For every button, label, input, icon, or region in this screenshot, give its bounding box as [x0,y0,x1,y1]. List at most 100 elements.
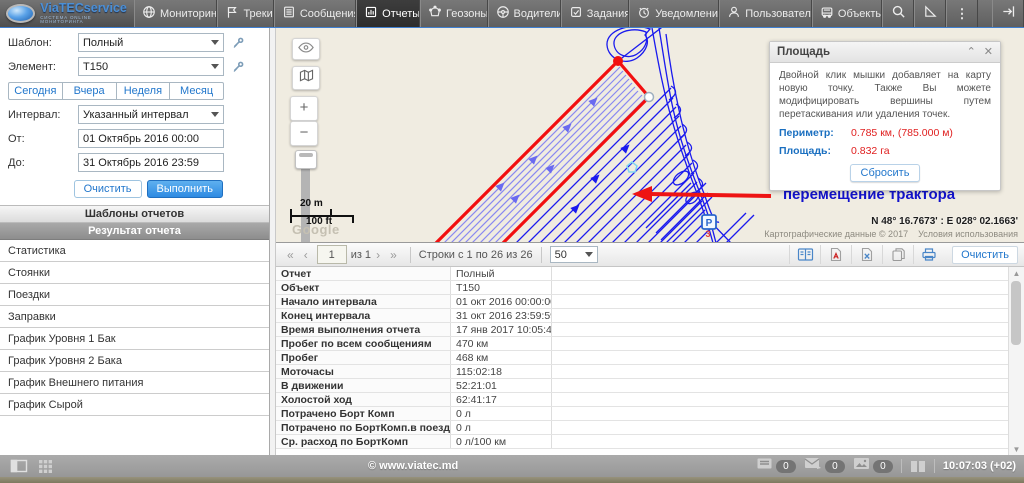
template-select[interactable]: Полный [78,33,224,52]
ruler-triangle-icon [923,4,938,24]
page-size-select[interactable]: 50 [550,246,598,263]
export-excel-button[interactable] [851,245,882,264]
user-icon [727,5,741,22]
range-month-button[interactable]: Месяц [169,82,224,100]
grid-view-button[interactable] [38,459,53,473]
measure-button[interactable] [914,0,946,27]
result-section-header[interactable]: Результат отчета [0,223,269,240]
execute-button[interactable]: Выполнить [147,180,223,198]
result-item-parkings[interactable]: Стоянки [0,262,269,284]
last-page-button[interactable]: » [385,248,402,262]
result-item-fuelings[interactable]: Заправки [0,306,269,328]
copyright-link[interactable]: © www.viatec.md [368,460,458,472]
nav-tracks[interactable]: Треки [217,0,273,27]
table-row[interactable]: Время выполнения отчета17 янв 2017 10:05… [276,323,1024,337]
to-date-input[interactable] [78,153,224,172]
scrollbar-thumb[interactable] [1011,281,1021,345]
interval-label: Интервал: [8,109,78,121]
collapse-icon[interactable]: ⌃ [967,47,976,58]
element-settings-icon[interactable] [231,60,245,74]
map-view[interactable]: P 3 перемещение трактора [276,28,1024,243]
clear-report-button[interactable]: Очистить [952,246,1018,264]
nav-monitoring[interactable]: Мониторинг [134,0,217,27]
table-row[interactable]: Холостой ход62:41:17 [276,393,1024,407]
result-item-trips[interactable]: Поездки [0,284,269,306]
first-page-button[interactable]: « [282,248,299,262]
from-label: От: [8,133,78,145]
vehicle-icon [820,5,834,22]
table-row[interactable]: Потрачено по БортКомп.в поездках0 л [276,421,1024,435]
from-date-input[interactable] [78,129,224,148]
media-counter[interactable]: 0 [853,457,893,475]
nav-users[interactable]: Пользователи [719,0,812,27]
map-layers-button[interactable] [292,66,320,90]
result-item-statistics[interactable]: Статистика [0,240,269,262]
table-row[interactable]: Моточасы115:02:18 [276,365,1024,379]
area-label: Площадь: [779,145,851,157]
templates-section-header[interactable]: Шаблоны отчетов [0,205,269,223]
to-label: До: [8,157,78,169]
scroll-up-arrow[interactable]: ▲ [1009,267,1024,279]
search-button[interactable] [882,0,914,27]
nav-drivers[interactable]: Водители [488,0,561,27]
element-value: Т150 [83,61,108,73]
table-row[interactable]: ОтчетПолный [276,267,1024,281]
terms-link[interactable]: Условия использования [918,229,1018,239]
clear-button[interactable]: Очистить [74,180,142,198]
table-row[interactable]: Ср. расход по БортКомп0 л/100 км [276,435,1024,449]
visibility-button[interactable] [292,38,320,60]
result-item-power-chart[interactable]: График Внешнего питания [0,372,269,394]
interval-select[interactable]: Указанный интервал [78,105,224,124]
nav-jobs[interactable]: Задания [561,0,629,27]
range-yesterday-button[interactable]: Вчера [62,82,117,100]
element-select[interactable]: Т150 [78,57,224,76]
nav-label: Геозоны [446,8,488,20]
table-row[interactable]: Пробег по всем сообщениям470 км [276,337,1024,351]
zoom-in-button[interactable]: + [290,96,318,121]
table-row[interactable]: В движении52:21:01 [276,379,1024,393]
prev-page-button[interactable]: ‹ [299,248,313,262]
logo: ViaTECservice СИСТЕМА ONLINE МОНИТОРИНГА [0,0,134,27]
zoom-out-button[interactable]: − [290,121,318,146]
print-button[interactable] [913,245,944,264]
log-count-badge: 0 [776,460,796,473]
popup-header[interactable]: Площадь ⌃ ✕ [770,42,1000,63]
table-row[interactable]: ОбъектТ150 [276,281,1024,295]
copy-report-button[interactable] [882,245,913,264]
nav-notifications[interactable]: Уведомления [629,0,719,27]
report-result-panel: « ‹ из 1 › » Строки с 1 по 26 из 26 50 [276,243,1024,455]
messages-counter[interactable]: 0 [804,457,845,475]
toggle-panel-button[interactable] [10,459,28,473]
page-number-input[interactable] [317,245,347,264]
nav-reports[interactable]: Отчеты [356,0,420,27]
table-scrollbar[interactable]: ▲ ▼ [1008,267,1024,455]
range-week-button[interactable]: Неделя [116,82,171,100]
reset-button[interactable]: Сбросить [850,164,921,182]
scroll-down-arrow[interactable]: ▼ [1009,443,1024,455]
table-row[interactable]: Потрачено Борт Комп0 л [276,407,1024,421]
log-counter[interactable]: 0 [756,457,796,475]
page-total-label: из 1 [351,249,371,261]
table-row[interactable]: Начало интервала01 окт 2016 00:00:00 [276,295,1024,309]
nav-geofences[interactable]: Геозоны [420,0,488,27]
logout-button[interactable] [992,0,1024,27]
envelope-icon [804,457,822,475]
table-row[interactable]: Пробег468 км [276,351,1024,365]
nav-messages[interactable]: Сообщения [274,0,356,27]
open-report-button[interactable] [789,245,820,264]
table-row[interactable]: Конец интервала31 окт 2016 23:59:59 [276,309,1024,323]
map-scale-bar: 20 m 100 ft [290,198,354,227]
template-settings-icon[interactable] [231,36,245,50]
range-today-button[interactable]: Сегодня [8,82,63,100]
result-item-fuel-chart-2[interactable]: График Уровня 2 Бака [0,350,269,372]
result-item-raw-chart[interactable]: График Сырой [0,394,269,416]
export-pdf-button[interactable] [820,245,851,264]
next-page-button[interactable]: › [371,248,385,262]
result-item-fuel-chart-1[interactable]: График Уровня 1 Бак [0,328,269,350]
app-window: ViaTECservice СИСТЕМА ONLINE МОНИТОРИНГА… [0,0,1024,483]
nav-units[interactable]: Объекты [812,0,882,27]
more-menu-button[interactable]: ⋮ [946,0,978,27]
zoom-slider-handle[interactable] [295,150,317,169]
columns-button[interactable] [910,460,926,473]
close-icon[interactable]: ✕ [984,47,993,58]
